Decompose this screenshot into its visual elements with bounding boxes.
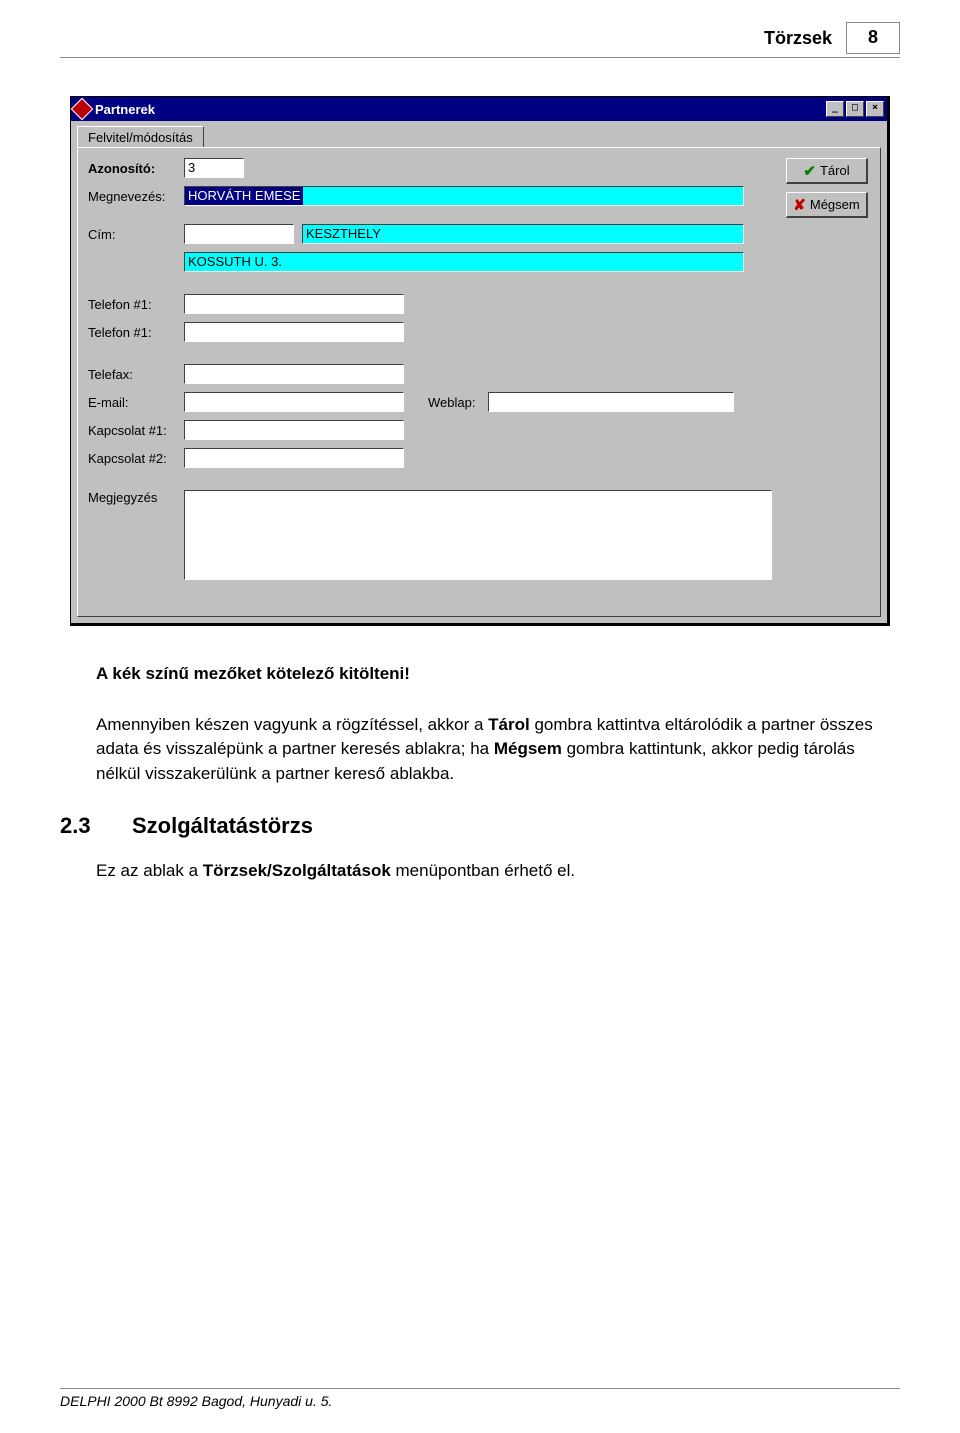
cancel-button-label: Mégsem [810,197,860,212]
page-footer: DELPHI 2000 Bt 8992 Bagod, Hunyadi u. 5. [60,1388,900,1409]
email-label: E-mail: [88,395,184,410]
window-title: Partnerek [95,102,824,117]
contact2-label: Kapcsolat #2: [88,451,184,466]
addr-zip-field[interactable] [184,224,294,244]
partnerek-window: Partnerek _ □ × Felvitel/módosítás ✔ Tár… [70,96,890,626]
tel2-label: Telefon #1: [88,325,184,340]
cancel-button[interactable]: ✘ Mégsem [786,192,868,218]
addr-label: Cím: [88,227,184,242]
contact2-field[interactable] [184,448,404,468]
maximize-icon[interactable]: □ [846,101,864,117]
tab-felvitel[interactable]: Felvitel/módosítás [77,126,204,148]
close-icon[interactable]: × [866,101,884,117]
save-button-label: Tárol [820,163,850,178]
contact1-label: Kapcsolat #1: [88,423,184,438]
addr-city-field[interactable]: KESZTHELY [302,224,744,244]
web-label: Weblap: [428,395,488,410]
minimize-icon[interactable]: _ [826,101,844,117]
tel1-field[interactable] [184,294,404,314]
app-icon [71,98,94,121]
header-title: Törzsek [764,28,832,49]
note-field[interactable] [184,490,772,580]
id-field[interactable]: 3 [184,158,244,178]
form-panel: ✔ Tárol ✘ Mégsem Azonosító: 3 Megnevezés… [77,147,881,617]
save-button[interactable]: ✔ Tárol [786,158,868,184]
section-title: Szolgáltatástörzs [132,813,313,839]
note-label: Megjegyzés [88,490,184,505]
paragraph-3: Ez az ablak a Törzsek/Szolgáltatások men… [60,859,900,884]
email-field[interactable] [184,392,404,412]
page-header: Törzsek 8 [60,22,900,58]
id-label: Azonosító: [88,161,184,176]
check-icon: ✔ [803,162,816,180]
tel2-field[interactable] [184,322,404,342]
web-field[interactable] [488,392,734,412]
tab-bar: Felvitel/módosítás [71,121,887,147]
section-number: 2.3 [60,813,104,839]
section-heading: 2.3 Szolgáltatástörzs [60,813,900,839]
addr-street-field[interactable]: KOSSUTH U. 3. [184,252,744,272]
fax-field[interactable] [184,364,404,384]
name-field[interactable]: HORVÁTH EMESE [184,186,744,206]
window-titlebar: Partnerek _ □ × [71,97,887,121]
page-number: 8 [846,22,900,54]
paragraph-2: Amennyiben készen vagyunk a rögzítéssel,… [60,713,900,787]
x-icon: ✘ [793,196,806,214]
paragraph-1: A kék színű mezőket kötelező kitölteni! [60,662,900,687]
contact1-field[interactable] [184,420,404,440]
tel1-label: Telefon #1: [88,297,184,312]
name-label: Megnevezés: [88,189,184,204]
fax-label: Telefax: [88,367,184,382]
